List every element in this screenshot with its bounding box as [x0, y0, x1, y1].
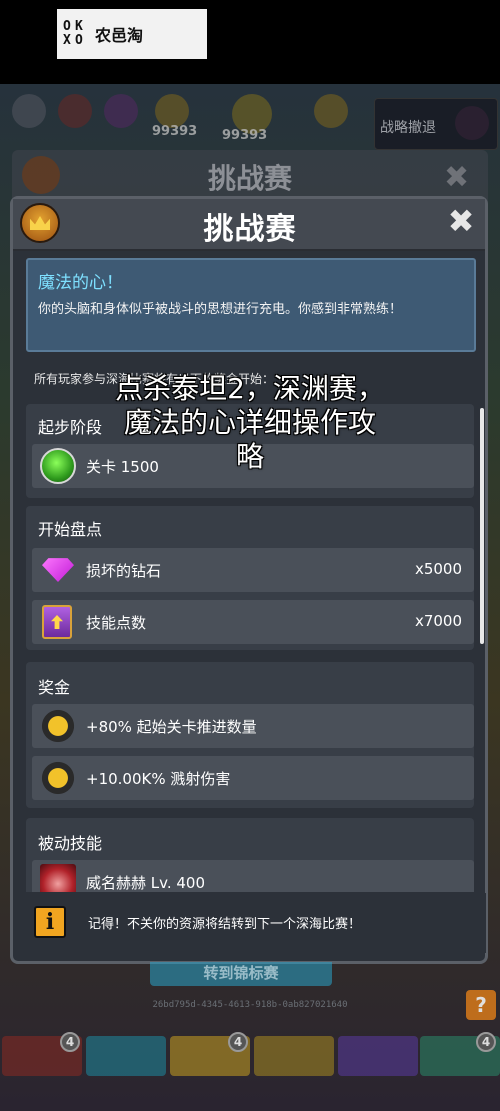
background-bottom-tabs: 4 4 4: [0, 1032, 500, 1111]
modal-scrollbar[interactable]: [480, 408, 484, 644]
passive-skill-label: 被动技能: [38, 834, 103, 853]
magic-heart-panel: 魔法的心！ 你的头脑和身体似乎被战斗的思想进行充电。你感到非常熟练！: [26, 258, 476, 352]
magic-heart-title: 魔法的心！: [38, 273, 123, 293]
modal-title: 挑战赛: [203, 212, 297, 247]
caption-line-2: 魔法的心详细操作攻: [123, 406, 376, 439]
inventory-item-label: 技能点数: [86, 614, 147, 632]
hero-icon-right: [314, 94, 348, 128]
passive-skill-icon: [40, 864, 76, 892]
bonus-item-label: +80% 起始关卡推进数量: [86, 718, 257, 736]
background-score-left: 99393: [152, 124, 198, 139]
article-caption: 点杀泰坦2，深渊赛， 魔法的心详细操作攻 略: [60, 372, 440, 474]
clan-shield-icon: [58, 94, 92, 128]
bonus-item-label: +10.00K% 溅射伤害: [86, 770, 231, 788]
inventory-row: 技能点数 x7000: [32, 600, 474, 644]
skill-book-icon: [42, 605, 72, 639]
caption-line-1: 点杀泰坦2，深渊赛，: [115, 372, 385, 405]
modal-scroll-area[interactable]: 魔法的心！ 你的头脑和身体似乎被战斗的思想进行充电。你感到非常熟练！ 所有玩家参…: [22, 252, 482, 892]
magic-heart-description: 你的头脑和身体似乎被战斗的思想进行充电。你感到非常熟练！: [38, 302, 403, 317]
start-inventory-label: 开始盘点: [38, 520, 103, 539]
close-button[interactable]: ✖: [443, 203, 479, 239]
pets-tab-icon: [254, 1036, 334, 1076]
settings-gear-icon: [12, 94, 46, 128]
bonus-row: +10.00K% 溅射伤害: [32, 756, 474, 800]
devil-icon: [455, 106, 489, 140]
inventory-row: 损坏的钻石 x5000: [32, 548, 474, 592]
retreat-label: 战略撤退: [380, 120, 436, 136]
gear-bonus-icon: [40, 760, 76, 796]
shop-tab-icon: [338, 1036, 418, 1076]
bonus-row: +80% 起始关卡推进数量: [32, 704, 474, 748]
tab-badge: 4: [228, 1032, 248, 1052]
ghost-modal-title: 挑战赛: [207, 162, 292, 195]
ghost-close-icon: ✖: [444, 160, 470, 195]
passive-skill-item-label: 威名赫赫 Lv. 400: [86, 874, 206, 892]
start-inventory-section: 开始盘点 损坏的钻石 x5000 技能点数 x7000: [26, 506, 474, 650]
bonus-label: 奖金: [38, 678, 71, 697]
background-score-center: 99393: [222, 128, 268, 143]
passive-skill-section: 被动技能 威名赫赫 Lv. 400: [26, 818, 474, 892]
watermark-logo: OK XO 农邑淘: [57, 9, 207, 59]
help-button: ?: [466, 990, 496, 1020]
logo-mark-icon: OK XO: [63, 19, 83, 48]
logo-text: 农邑淘: [95, 26, 144, 45]
rank-icon: [104, 94, 138, 128]
bonus-section: 奖金 +80% 起始关卡推进数量 +10.00K% 溅射伤害: [26, 662, 474, 808]
reminder-text: 记得！不关你的资源将结转到下一个深海比赛！: [88, 917, 362, 932]
tab-badge: 4: [60, 1032, 80, 1052]
inventory-item-value: x5000: [414, 560, 462, 578]
diamond-icon: [42, 558, 74, 582]
gear-bonus-icon: [40, 708, 76, 744]
caption-line-3: 略: [235, 440, 264, 473]
inventory-item-value: x7000: [414, 612, 462, 630]
passive-skill-row: 威名赫赫 Lv. 400: [32, 860, 474, 892]
tab-badge: 4: [476, 1032, 496, 1052]
heroes-tab-icon: [86, 1036, 166, 1076]
info-icon: i: [34, 906, 66, 938]
background-tournament-button-label: 转到锦标赛: [203, 964, 279, 982]
hero-icon: [155, 94, 189, 128]
inventory-item-label: 损坏的钻石: [86, 562, 162, 580]
background-session-id: 26bd795d-4345-4613-918b-0ab827021640: [152, 1000, 348, 1010]
